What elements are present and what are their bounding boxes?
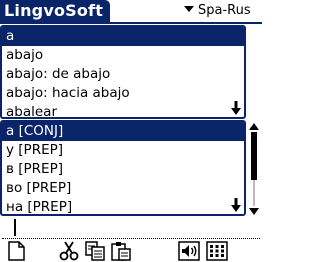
pronounce-button[interactable] — [178, 241, 200, 261]
new-document-icon — [8, 241, 25, 261]
translation-scrollbar[interactable] — [249, 123, 260, 215]
copy-button[interactable] — [84, 241, 106, 261]
translation-list[interactable]: a [CONJ] у [PREP] в [PREP] во [PREP] на … — [0, 120, 246, 216]
scroll-down-arrow-icon[interactable] — [231, 101, 241, 115]
scroll-down-arrow-icon[interactable] — [231, 198, 241, 212]
word-list[interactable]: a abajo abajo: de abajo abajo: hacia aba… — [0, 25, 246, 119]
text-caret — [14, 219, 16, 236]
word-list-item[interactable]: abajo: de abajo — [2, 65, 244, 84]
title-bar: LingvoSoft Spa-Rus — [0, 0, 262, 24]
app-title[interactable]: LingvoSoft — [0, 0, 111, 22]
input-underline — [2, 238, 260, 239]
translation-item[interactable]: a [CONJ] — [2, 122, 244, 141]
new-document-button[interactable] — [6, 241, 28, 261]
word-list-item[interactable]: abalear — [2, 103, 244, 117]
copy-icon — [85, 241, 105, 261]
translation-item[interactable]: во [PREP] — [2, 179, 244, 198]
dropdown-triangle-icon — [184, 6, 194, 12]
translation-item[interactable]: в [PREP] — [2, 160, 244, 179]
keyboard-button[interactable] — [206, 241, 228, 261]
cut-button[interactable] — [58, 241, 80, 261]
grid-icon — [206, 241, 228, 261]
speaker-icon — [178, 241, 200, 261]
scrollbar-thumb[interactable] — [251, 132, 257, 180]
language-selector-value: Spa-Rus — [198, 3, 251, 18]
translation-item[interactable]: на [PREP] — [2, 198, 244, 214]
scroll-up-icon[interactable] — [249, 123, 259, 130]
toolbar — [0, 240, 262, 262]
scroll-down-icon[interactable] — [249, 208, 259, 215]
word-list-item[interactable]: a — [2, 27, 244, 46]
language-selector[interactable]: Spa-Rus — [184, 2, 251, 20]
paste-button[interactable] — [110, 241, 132, 261]
word-list-item[interactable]: abajo — [2, 46, 244, 65]
cut-icon — [59, 241, 79, 261]
translation-item[interactable]: у [PREP] — [2, 141, 244, 160]
title-rule — [0, 22, 262, 24]
word-list-item[interactable]: abajo: hacia abajo — [2, 84, 244, 103]
paste-icon — [111, 242, 131, 261]
search-input[interactable] — [2, 217, 260, 239]
